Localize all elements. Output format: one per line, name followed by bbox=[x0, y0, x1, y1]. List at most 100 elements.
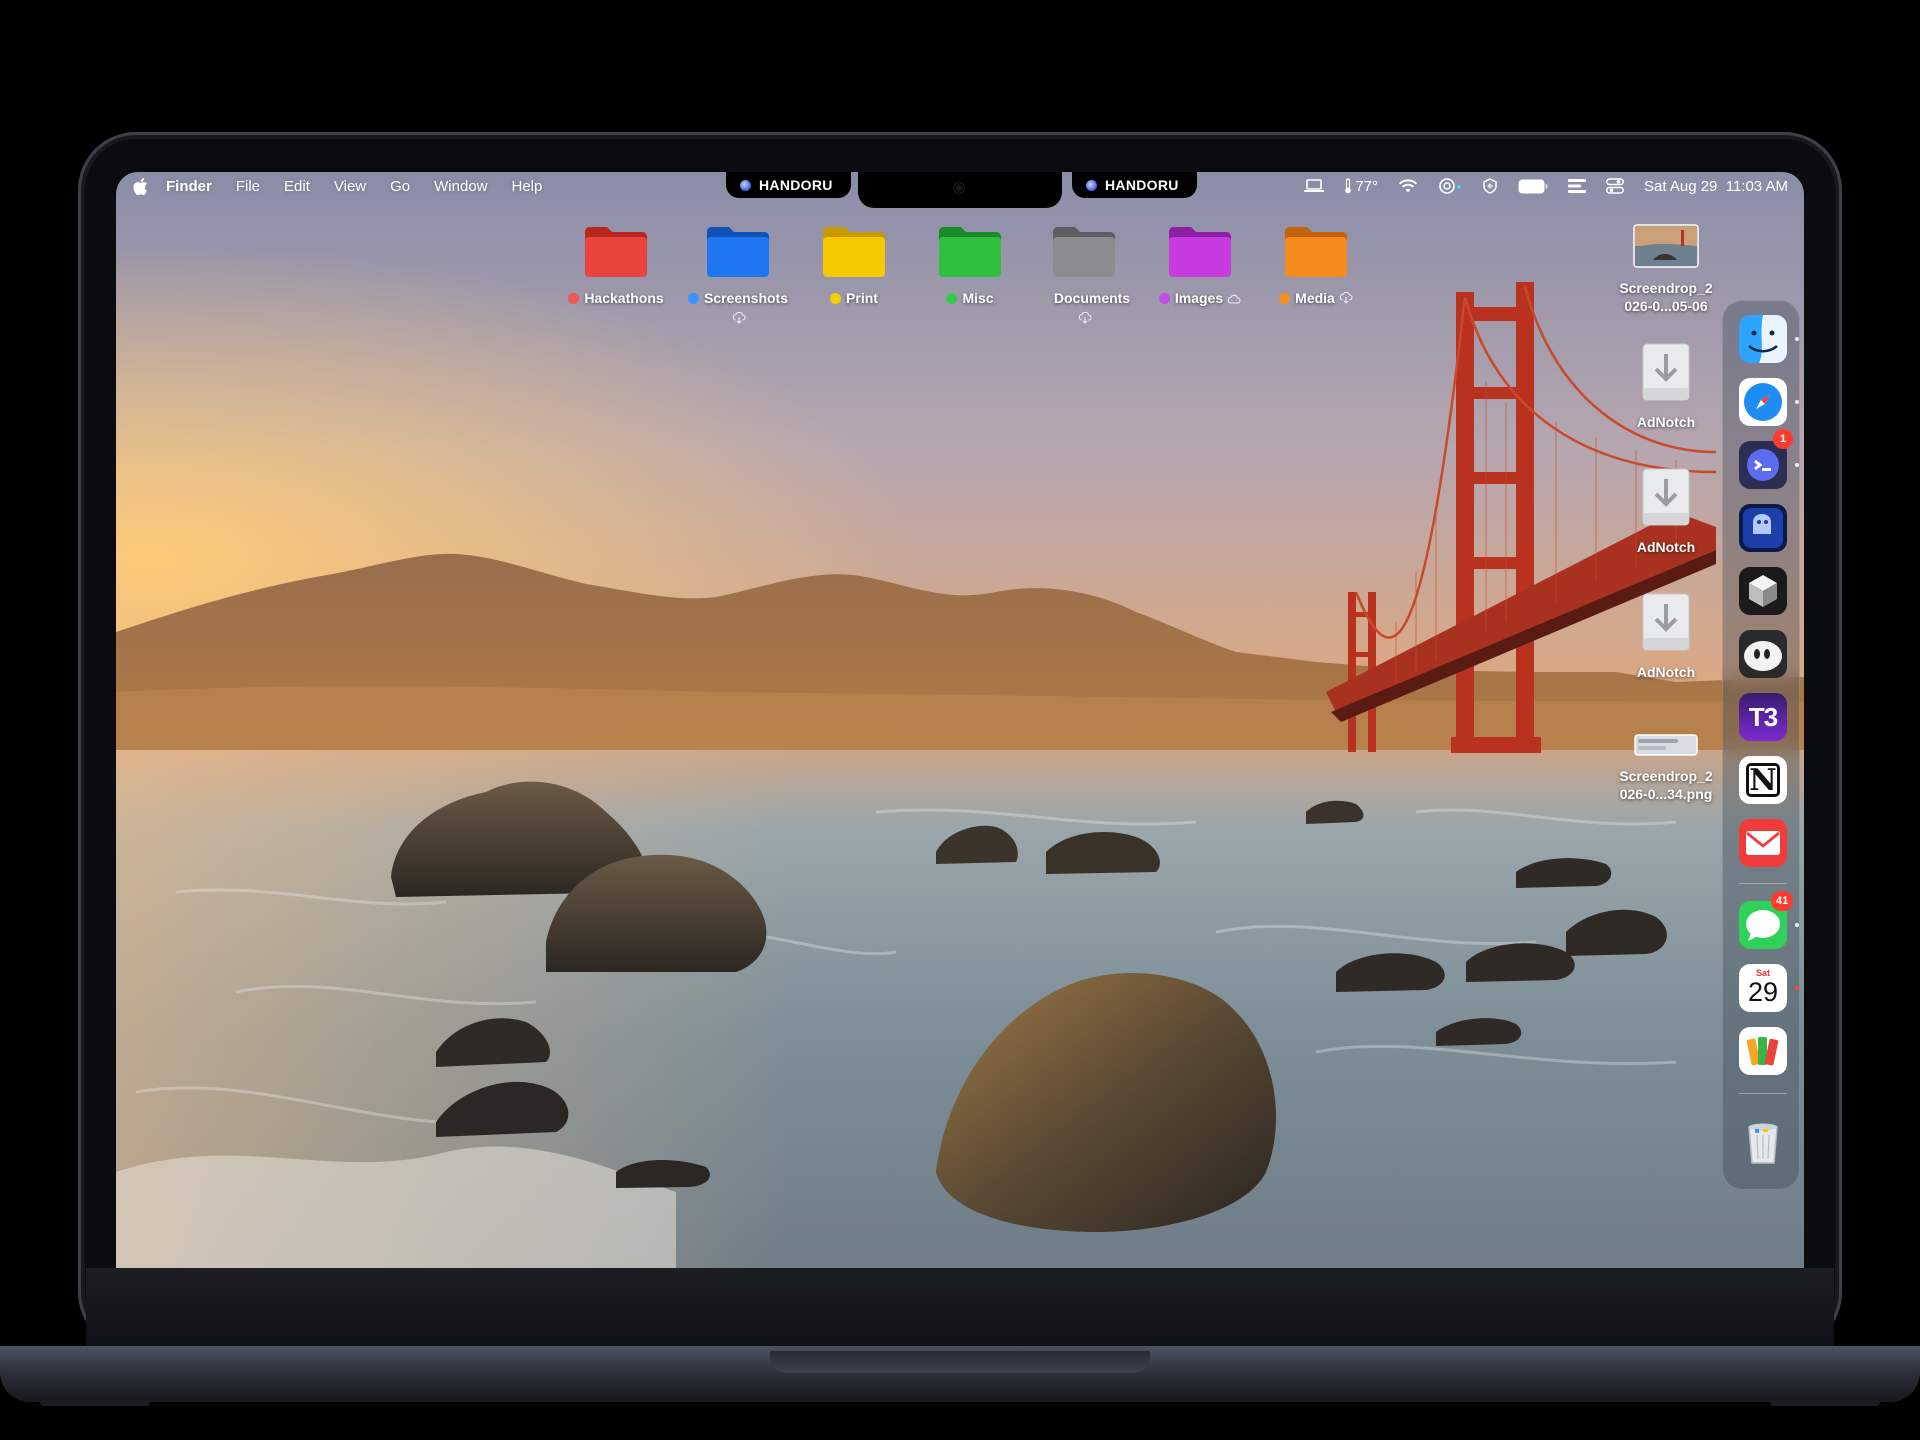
tag-dot-yellow bbox=[830, 293, 842, 304]
camera-icon bbox=[953, 182, 965, 194]
shield-icon[interactable] bbox=[1482, 178, 1498, 194]
menu-edit[interactable]: Edit bbox=[272, 178, 322, 195]
folder-icon bbox=[1285, 227, 1347, 277]
folder-label: Documents bbox=[1053, 290, 1131, 306]
desktop-file-adnotch-2[interactable]: AdNotch bbox=[1596, 467, 1736, 556]
folder-print[interactable]: Print bbox=[794, 224, 914, 324]
menu-bar-left: Finder File Edit View Go Window Help bbox=[130, 172, 554, 200]
app-pill-icon[interactable] bbox=[1739, 630, 1787, 678]
handoru-icon bbox=[740, 179, 751, 191]
folder-label: Print bbox=[846, 290, 878, 306]
folder-icon bbox=[939, 227, 1001, 277]
notion-label: N bbox=[1746, 763, 1780, 797]
laptop-chin bbox=[86, 1268, 1834, 1346]
screen: Finder File Edit View Go Window Help HAN… bbox=[116, 172, 1804, 1268]
wallpaper bbox=[116, 172, 1804, 1268]
handoru-label-right: HANDORU bbox=[1105, 177, 1179, 193]
app-cube-icon[interactable] bbox=[1739, 567, 1787, 615]
wifi-icon[interactable] bbox=[1398, 178, 1418, 194]
mail-icon[interactable] bbox=[1739, 819, 1787, 867]
folder-icon bbox=[1169, 227, 1231, 277]
icloud-icon bbox=[1227, 294, 1241, 304]
running-indicator bbox=[1795, 463, 1799, 467]
installer-download-icon bbox=[1642, 468, 1690, 526]
menu-bar-status: 77° Sat Aug 29 11:03 AM bbox=[1304, 172, 1788, 200]
desktop-file-screendrop-2[interactable]: Screendrop_2 026-0...34.png bbox=[1596, 734, 1736, 803]
calendar-day: 29 bbox=[1747, 977, 1779, 1007]
display-icon[interactable] bbox=[1304, 179, 1325, 193]
dock-separator bbox=[1739, 1093, 1787, 1094]
tag-dot-green bbox=[946, 293, 958, 304]
desktop-file-screendrop-1[interactable]: Screendrop_2 026-0...05-06 bbox=[1596, 224, 1736, 315]
apple-icon[interactable] bbox=[132, 177, 148, 196]
temperature-status[interactable]: 77° bbox=[1344, 178, 1378, 195]
folder-images[interactable]: Images bbox=[1140, 224, 1260, 324]
folder-label: Screenshots bbox=[703, 290, 789, 306]
file-name-line2: 026-0...34.png bbox=[1619, 786, 1713, 802]
clock-datetime[interactable]: Sat Aug 29 11:03 AM bbox=[1644, 178, 1788, 195]
folder-label: Misc bbox=[962, 290, 994, 306]
tag-dot-orange bbox=[1279, 293, 1291, 304]
tag-dot-red bbox=[568, 293, 580, 304]
t3-icon[interactable]: T3 bbox=[1739, 693, 1787, 741]
chatgpt-icon[interactable] bbox=[1438, 177, 1462, 195]
running-indicator bbox=[1795, 923, 1799, 927]
folder-hackathons[interactable]: Hackathons bbox=[556, 224, 676, 324]
menu-app-name[interactable]: Finder bbox=[154, 178, 224, 195]
menu-help[interactable]: Help bbox=[500, 178, 555, 195]
desktop-file-adnotch-1[interactable]: AdNotch bbox=[1596, 342, 1736, 431]
folder-icon bbox=[1053, 227, 1115, 277]
folder-screenshots[interactable]: Screenshots bbox=[678, 224, 798, 324]
tag-dot-blue bbox=[687, 293, 699, 304]
books-icon[interactable] bbox=[1739, 1027, 1787, 1075]
temperature-value: 77° bbox=[1355, 177, 1378, 195]
file-name-line1: AdNotch bbox=[1636, 664, 1696, 680]
desktop-file-adnotch-3[interactable]: AdNotch bbox=[1596, 592, 1736, 681]
file-name-line1: AdNotch bbox=[1636, 539, 1696, 555]
control-center-icon[interactable] bbox=[1606, 178, 1624, 194]
app-ghost-icon[interactable] bbox=[1739, 504, 1787, 552]
folder-icon bbox=[823, 227, 885, 277]
t3-label: T3 bbox=[1748, 701, 1778, 732]
running-indicator bbox=[1795, 986, 1799, 990]
image-thumbnail-icon bbox=[1633, 224, 1699, 268]
folder-misc[interactable]: Misc bbox=[910, 224, 1030, 324]
folder-label: Media bbox=[1295, 290, 1335, 306]
notion-icon[interactable]: N bbox=[1739, 756, 1787, 804]
menu-go[interactable]: Go bbox=[378, 178, 422, 195]
calendar-icon[interactable]: Sat 29 bbox=[1739, 964, 1787, 1012]
file-name-line2: 026-0...05-06 bbox=[1624, 298, 1708, 314]
safari-icon[interactable] bbox=[1739, 378, 1787, 426]
folder-label: Hackathons bbox=[584, 290, 664, 306]
stage-manager-icon[interactable] bbox=[1568, 178, 1586, 194]
handoru-pill-right[interactable]: HANDORU bbox=[1072, 172, 1197, 198]
menu-window[interactable]: Window bbox=[422, 178, 499, 195]
installer-download-icon bbox=[1642, 593, 1690, 651]
battery-icon[interactable] bbox=[1518, 179, 1548, 194]
folder-label: Images bbox=[1174, 290, 1224, 306]
menu-file[interactable]: File bbox=[224, 178, 272, 195]
folder-icon bbox=[707, 227, 769, 277]
menu-view[interactable]: View bbox=[322, 178, 378, 195]
finder-icon[interactable] bbox=[1739, 315, 1787, 363]
dock: 1 T3 N 41 Sat 29 bbox=[1722, 300, 1800, 1190]
installer-download-icon bbox=[1642, 343, 1690, 401]
handoru-pill-left[interactable]: HANDORU bbox=[726, 172, 851, 198]
laptop-base-notch bbox=[770, 1351, 1150, 1373]
file-name-line1: Screendrop_2 bbox=[1619, 768, 1713, 784]
notification-badge: 41 bbox=[1771, 891, 1794, 911]
dock-separator bbox=[1739, 883, 1787, 884]
laptop-foot-left bbox=[40, 1400, 150, 1406]
folder-documents[interactable]: Documents bbox=[1024, 224, 1144, 324]
icloud-download-icon bbox=[732, 312, 746, 324]
tag-dot-purple bbox=[1158, 293, 1170, 304]
folder-media[interactable]: Media bbox=[1256, 224, 1376, 324]
icloud-download-icon bbox=[1339, 292, 1353, 304]
trash-icon[interactable] bbox=[1739, 1119, 1787, 1167]
laptop-foot-right bbox=[1770, 1400, 1880, 1406]
icloud-download-icon bbox=[1078, 312, 1092, 324]
menu-bar: Finder File Edit View Go Window Help HAN… bbox=[116, 172, 1804, 208]
handoru-icon bbox=[1086, 179, 1097, 191]
folder-icon bbox=[585, 227, 647, 277]
file-name-line1: Screendrop_2 bbox=[1619, 280, 1713, 296]
